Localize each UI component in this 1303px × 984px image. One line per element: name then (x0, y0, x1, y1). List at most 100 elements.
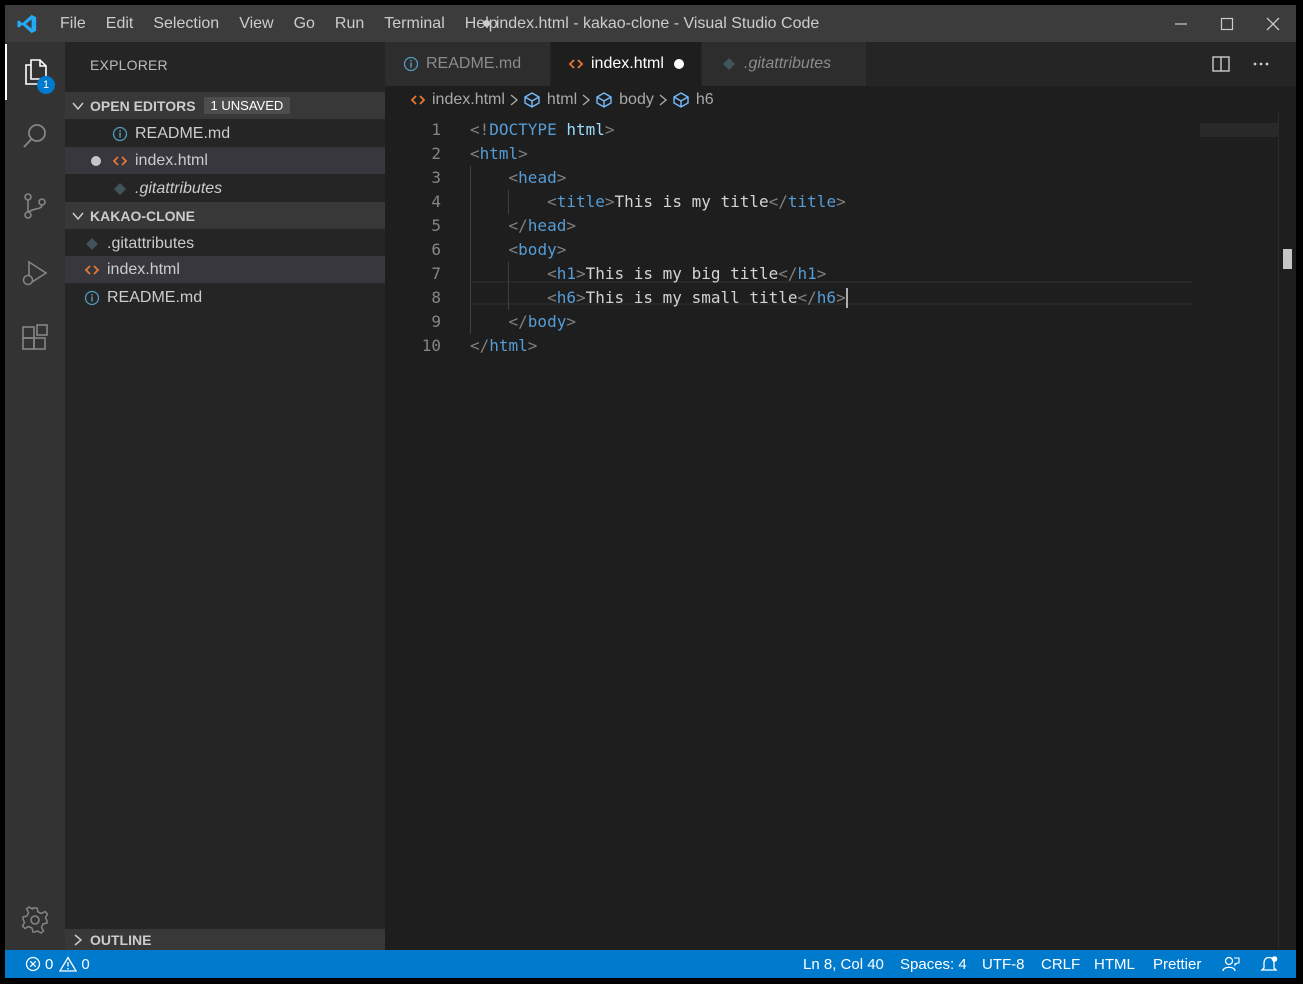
menu-go[interactable]: Go (284, 15, 325, 33)
manage-activity[interactable] (5, 892, 65, 948)
outline-header[interactable]: OUTLINE (65, 929, 385, 950)
gear-icon (21, 906, 49, 934)
explorer-activity[interactable]: 1 (5, 44, 65, 100)
code-line: <h6>This is my small title</h6> (470, 286, 846, 310)
chevron-right-icon (509, 93, 519, 106)
minimap-slider[interactable] (1200, 123, 1278, 137)
breadcrumb-h6[interactable]: h6 (696, 91, 714, 109)
tab-readme[interactable]: README.md (385, 42, 550, 86)
code-token: html (489, 336, 528, 355)
search-activity[interactable] (5, 108, 65, 164)
symbol-element-icon (523, 91, 541, 109)
breadcrumb-file[interactable]: index.html (432, 91, 505, 109)
code-token: < (547, 264, 557, 283)
code-token: > (836, 288, 846, 307)
code-editor[interactable]: 1 2 3 4 5 6 7 8 9 10 <!DOCTYPE html> <html> <head> … (385, 113, 1296, 950)
feedback-icon (1222, 956, 1240, 972)
menu-edit[interactable]: Edit (96, 15, 144, 33)
cursor-position[interactable]: Ln 8, Col 40 (803, 950, 884, 978)
extensions-activity[interactable] (5, 310, 65, 366)
minimize-icon (1175, 22, 1187, 25)
line-number: 4 (431, 192, 441, 211)
code-line: <!DOCTYPE html> (470, 118, 615, 142)
warning-count: 0 (81, 955, 90, 973)
code-token: </ (768, 192, 788, 211)
language-mode[interactable]: HTML (1094, 950, 1135, 978)
unsaved-badge: 1 UNSAVED (203, 97, 291, 114)
split-editor-button[interactable] (1211, 54, 1231, 74)
open-editor-item[interactable]: .gitattributes (65, 175, 385, 202)
code-line: </head> (470, 214, 576, 238)
code-token: > (836, 192, 846, 211)
unsaved-dot-icon[interactable] (673, 59, 684, 69)
open-editors-header[interactable]: OPEN EDITORS 1 UNSAVED (65, 92, 385, 119)
breadcrumb-html[interactable]: html (547, 91, 577, 109)
code-token: title (556, 192, 605, 211)
encoding-indicator[interactable]: UTF-8 (982, 950, 1025, 978)
close-icon (1266, 17, 1280, 30)
tab-label: index.html (591, 55, 664, 72)
menu-help[interactable]: Help (455, 15, 508, 33)
code-token: > (604, 120, 615, 139)
file-label: README.md (107, 288, 203, 306)
feedback-button[interactable] (1222, 950, 1240, 978)
tab-gitattributes[interactable]: .gitattributes (702, 42, 866, 86)
eol-indicator[interactable]: CRLF (1041, 950, 1080, 978)
file-item[interactable]: README.md (65, 284, 385, 311)
open-editor-label: index.html (135, 151, 208, 169)
unsaved-dot-icon[interactable] (91, 155, 101, 166)
code-token: > (816, 264, 827, 283)
run-debug-activity[interactable] (5, 245, 65, 301)
chevron-right-icon (658, 93, 668, 106)
open-editor-item[interactable]: index.html (65, 147, 385, 174)
git-icon (111, 180, 129, 198)
run-debug-icon (22, 260, 48, 286)
file-item[interactable]: index.html (65, 256, 385, 283)
problems-indicator[interactable]: 0 0 (25, 950, 90, 978)
code-token: </ (797, 288, 817, 307)
minimize-button[interactable] (1158, 5, 1204, 42)
project-folder-header[interactable]: KAKAO-CLONE (65, 202, 385, 229)
menu-terminal[interactable]: Terminal (374, 15, 454, 33)
maximize-icon (1220, 17, 1234, 30)
maximize-button[interactable] (1204, 5, 1250, 42)
info-icon (402, 55, 420, 73)
more-actions-button[interactable] (1251, 54, 1271, 74)
code-token: body (518, 240, 557, 259)
tab-label: .gitattributes (744, 55, 832, 72)
file-label: .gitattributes (107, 234, 195, 252)
line-number: 6 (431, 240, 441, 259)
file-label: index.html (107, 260, 180, 278)
vertical-scrollbar[interactable] (1278, 113, 1296, 950)
code-token: > (518, 144, 528, 163)
notifications-button[interactable] (1260, 950, 1278, 978)
code-line: <title>This is my title</title> (470, 190, 846, 214)
tab-index-html[interactable]: index.html (551, 42, 701, 86)
indentation-indicator[interactable]: Spaces: 4 (900, 950, 967, 978)
code-token: > (575, 288, 586, 307)
menu-run[interactable]: Run (325, 15, 374, 33)
menu-selection[interactable]: Selection (143, 15, 229, 33)
tab-bar: README.md index.html .gitattributes (385, 42, 1296, 86)
html-icon (410, 92, 426, 108)
code-token: < (508, 168, 519, 187)
menu-file[interactable]: File (50, 15, 96, 33)
html-icon (83, 261, 101, 279)
vscode-logo-icon (17, 14, 37, 34)
code-token: h6 (556, 288, 576, 307)
minimap[interactable] (1200, 113, 1278, 950)
open-editor-item[interactable]: README.md (65, 120, 385, 147)
source-control-activity[interactable] (5, 178, 65, 234)
menu-view[interactable]: View (229, 15, 283, 33)
symbol-element-icon (672, 91, 690, 109)
close-button[interactable] (1250, 5, 1296, 42)
symbol-element-icon (595, 91, 613, 109)
prettier-indicator[interactable]: Prettier (1153, 950, 1201, 978)
breadcrumb-body[interactable]: body (619, 91, 654, 109)
code-line: <html> (470, 142, 528, 166)
code-token: <! (470, 120, 490, 139)
indent-guide (508, 262, 509, 310)
file-item[interactable]: .gitattributes (65, 230, 385, 257)
